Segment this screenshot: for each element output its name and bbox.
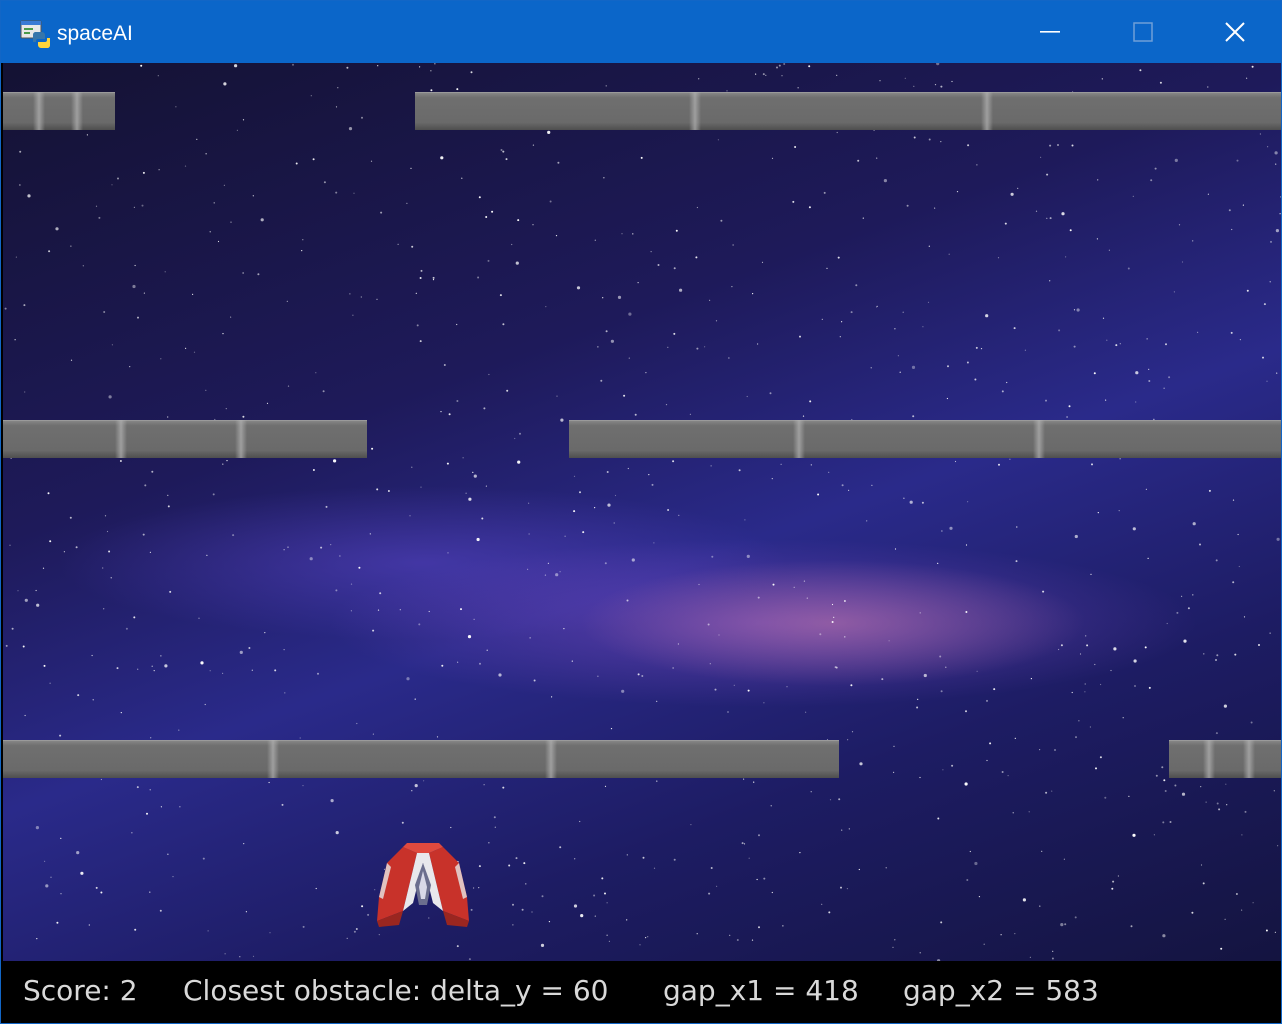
title-bar[interactable]: spaceAI <box>1 1 1281 63</box>
obstacle-row2-right <box>569 420 1281 458</box>
obstacle-row3-right <box>1169 740 1281 778</box>
obstacle-row2-left <box>3 420 367 458</box>
maximize-button[interactable] <box>1097 1 1189 63</box>
minimize-button[interactable] <box>1004 1 1096 63</box>
gap-x2-text: gap_x2 = 583 <box>903 974 1099 1007</box>
hud-bar: Score: 2 Closest obstacle: delta_y = 60 … <box>3 961 1281 1023</box>
game-window: spaceAI Score: 2 Closest obstacle: delta… <box>0 0 1282 1024</box>
close-button[interactable] <box>1189 1 1281 63</box>
close-icon <box>1225 22 1245 42</box>
gap-x1-text: gap_x1 = 418 <box>663 974 859 1007</box>
minimize-icon <box>1040 31 1060 33</box>
spaceship-icon <box>377 843 469 927</box>
score-text: Score: 2 <box>23 974 138 1007</box>
obstacle-row3-left <box>3 740 839 778</box>
maximize-icon <box>1133 22 1153 42</box>
closest-obstacle-text: Closest obstacle: delta_y = 60 <box>183 974 609 1007</box>
window-title: spaceAI <box>57 22 133 45</box>
game-canvas[interactable] <box>3 63 1281 961</box>
obstacle-row1-left <box>3 92 115 130</box>
starfield <box>4 63 1281 961</box>
python-icon <box>20 19 51 49</box>
obstacle-row1-right <box>415 92 1281 130</box>
